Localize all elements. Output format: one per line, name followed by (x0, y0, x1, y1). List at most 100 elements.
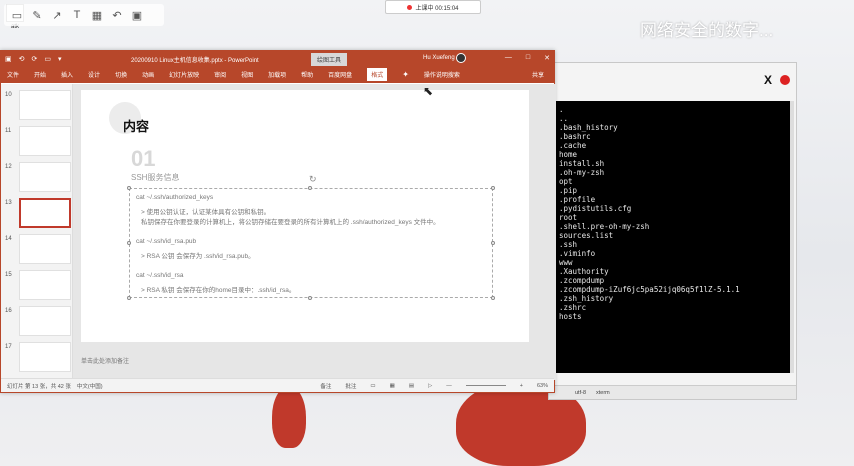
terminal-line: .zshrc (559, 303, 587, 312)
section-title[interactable]: SSH服务信息 (131, 172, 179, 183)
mouse-cursor-icon: ⬉ (423, 84, 434, 98)
slide-thumbnail-preview (19, 270, 71, 300)
slide-bullet-text[interactable]: > RSA 私钥 会保存在你的home目录中：.ssh/id_rsa。 (141, 284, 295, 294)
zoom-level[interactable]: 63% (537, 383, 548, 389)
text-icon[interactable]: T (70, 8, 84, 22)
terminal-status-item: xterm (596, 389, 610, 396)
avatar[interactable] (456, 53, 466, 63)
document-title: 20200910 Linux主机信息收集.pptx - PowerPoint (131, 58, 259, 64)
slide-canvas[interactable]: 内容 01 SSH服务信息 ↻ cat ~/.ssh/authorized_ke… (81, 90, 529, 342)
ribbon-tab[interactable]: 格式 (367, 68, 388, 81)
terminal-line: .oh-my-zsh (559, 168, 605, 177)
undo-icon[interactable]: ↶ (110, 8, 124, 22)
maximize-icon[interactable]: □ (526, 54, 530, 62)
ribbon-tab[interactable]: 文件 (7, 70, 19, 79)
slide-thumbnail-number: 10 (5, 92, 12, 98)
customize-icon[interactable]: ▾ (58, 55, 62, 63)
tell-me-search[interactable]: 操作说明搜索 (424, 70, 460, 79)
slide-bullet-text[interactable]: > 使用公钥认证，认证某体具有公钥和私钥。 (141, 206, 270, 216)
arrow-icon[interactable]: ↗ (50, 8, 64, 22)
terminal-scrollbar[interactable] (790, 101, 794, 373)
close-icon[interactable] (780, 75, 790, 85)
reading-view-icon[interactable]: ▤ (409, 383, 414, 389)
zoom-slider[interactable] (465, 385, 506, 386)
minimize-icon[interactable]: — (505, 54, 512, 62)
redo-icon[interactable]: ⟳ (32, 55, 38, 63)
slide-bullet-text[interactable]: > RSA 公钥 会保存为 .ssh/id_rsa.pub。 (141, 250, 255, 260)
ribbon-tab[interactable]: 动画 (142, 70, 154, 79)
terminal-line: .ssh (559, 240, 578, 249)
resize-handle[interactable] (127, 186, 131, 190)
slide-thumbnail[interactable]: 12 (5, 162, 71, 196)
ribbon-tabs: 文件 开始 插入 设计 切换 动画 幻灯片放映 审阅 视图 加载项 帮助 百度网盘 格式 ✦ 操作说明搜索 共… (1, 66, 554, 83)
resize-handle[interactable] (491, 186, 495, 190)
powerpoint-window[interactable]: ▣ ⟲ ⟳ ▭ ▾ 20200910 Linux主机信息收集.pptx - Po… (0, 50, 556, 393)
share-button[interactable]: 共享 (532, 70, 544, 79)
recording-badge-text: 上课中 00:15:04 (415, 5, 459, 12)
ribbon-tab[interactable]: 百度网盘 (328, 70, 352, 79)
pen-icon[interactable]: ✎ (30, 8, 44, 22)
zoom-out-button[interactable]: — (446, 383, 452, 389)
slide-thumbnail-number: 17 (5, 344, 12, 350)
ribbon-tab[interactable]: 帮助 (301, 70, 313, 79)
ribbon-tab[interactable]: 加载项 (268, 70, 286, 79)
ribbon-tab[interactable]: 审阅 (214, 70, 226, 79)
zoom-in-button[interactable]: + (520, 383, 523, 389)
slide-command-text[interactable]: cat ~/.ssh/id_rsa (136, 272, 184, 279)
normal-view-icon[interactable]: ▭ (370, 383, 375, 389)
section-number[interactable]: 01 (131, 146, 155, 172)
slide-command-text[interactable]: cat ~/.ssh/authorized_keys (136, 194, 213, 201)
rect-icon[interactable]: ▭ (10, 8, 24, 22)
user-name[interactable]: Hu Xuefeng (423, 55, 455, 61)
undo-icon[interactable]: ⟲ (19, 55, 25, 63)
slide-thumbnail[interactable]: 17 (5, 342, 71, 376)
resize-handle[interactable] (491, 296, 495, 300)
ppt-statusbar: 幻灯片 第 13 张，共 42 张 中文(中国) 备注 批注 ▭ ▦ ▤ ▷ —… (1, 378, 554, 392)
slide-thumbnail[interactable]: 14 (5, 234, 71, 268)
resize-handle[interactable] (491, 241, 495, 245)
context-tab-drawing-tools[interactable]: 绘图工具 (311, 53, 348, 66)
slideshow-icon[interactable]: ▷ (428, 383, 432, 389)
resize-handle[interactable] (127, 241, 131, 245)
ribbon-tab[interactable]: 幻灯片放映 (169, 70, 199, 79)
ribbon-tab[interactable]: 切换 (115, 70, 127, 79)
resize-handle[interactable] (127, 296, 131, 300)
terminal-line: sources.list (559, 231, 614, 240)
slide-title[interactable]: 内容 (123, 116, 149, 135)
slide-command-text[interactable]: cat ~/.ssh/id_rsa.pub (136, 238, 196, 245)
recording-badge[interactable]: 上课中 00:15:04 (385, 0, 481, 14)
close-icon[interactable]: ✕ (544, 54, 550, 62)
comments-toggle[interactable]: 批注 (345, 382, 356, 390)
language-indicator[interactable]: 中文(中国) (77, 382, 103, 390)
save-icon[interactable]: ▣ (5, 55, 12, 63)
slide-editor[interactable]: 内容 01 SSH服务信息 ↻ cat ~/.ssh/authorized_ke… (73, 84, 556, 380)
slide-thumbnail[interactable]: 16 (5, 306, 71, 340)
sorter-view-icon[interactable]: ▦ (390, 383, 395, 389)
rotate-handle-icon[interactable]: ↻ (309, 174, 317, 185)
ribbon-tab[interactable]: 插入 (61, 70, 73, 79)
resize-handle[interactable] (308, 186, 312, 190)
terminal-line: .pydistutils.cfg (559, 204, 632, 213)
mosaic-icon[interactable]: ▦ (90, 8, 104, 22)
terminal-line: .bash_history (559, 123, 618, 132)
slide-thumbnail-pane[interactable]: 10 11 12 13 14 15 16 17 (1, 84, 73, 380)
slide-thumbnail[interactable]: 10 (5, 90, 71, 124)
slide-thumbnail[interactable]: 13 (5, 198, 71, 232)
slide-thumbnail[interactable]: 11 (5, 126, 71, 160)
terminal-window[interactable]: X ... .bash_history .bashrc .cache home insta… (548, 62, 797, 400)
notes-toggle[interactable]: 备注 (320, 382, 331, 390)
save-icon[interactable]: ▣ (130, 8, 144, 22)
ribbon-tab[interactable]: 设计 (88, 70, 100, 79)
ppt-titlebar: ▣ ⟲ ⟳ ▭ ▾ 20200910 Linux主机信息收集.pptx - Po… (1, 51, 554, 66)
resize-handle[interactable] (308, 296, 312, 300)
terminal-output[interactable]: ... .bash_history .bashrc .cache home install… (555, 101, 791, 373)
terminal-line: .zsh_history (559, 294, 614, 303)
notes-placeholder[interactable]: 单击此处添加备注 (81, 356, 281, 365)
ribbon-tab[interactable]: 视图 (241, 70, 253, 79)
terminal-titlebar: X (549, 63, 796, 97)
present-icon[interactable]: ▭ (44, 55, 51, 63)
watermark-text: 网络安全的数字... (640, 21, 774, 40)
ribbon-tab[interactable]: 开始 (34, 70, 46, 79)
slide-thumbnail[interactable]: 15 (5, 270, 71, 304)
slide-bullet-text[interactable]: 私钥保存在你要登录的计算机上，将公钥存储在要登录的所有计算机上的 .ssh/au… (141, 216, 440, 226)
